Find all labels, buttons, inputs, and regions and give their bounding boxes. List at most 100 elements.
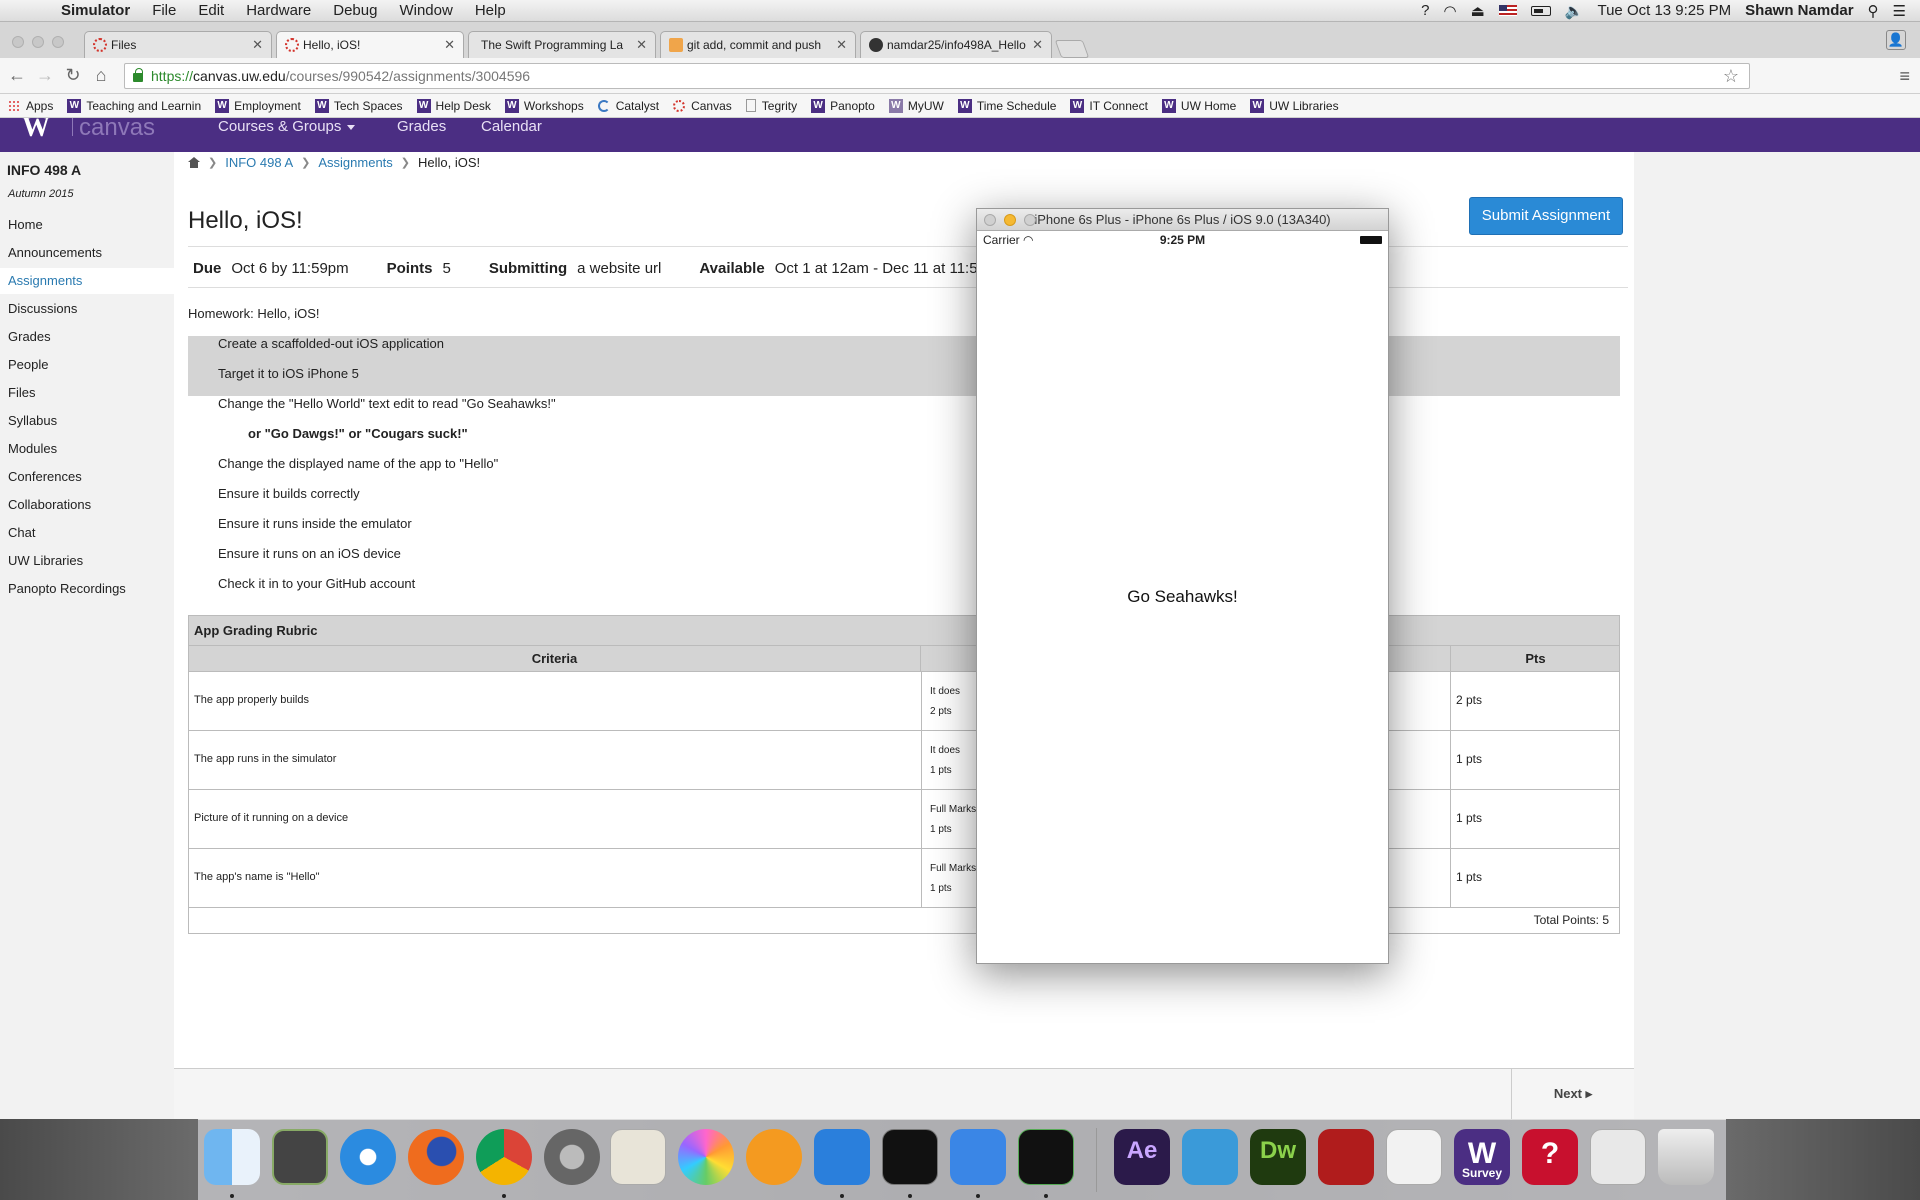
menu-help[interactable]: Help (464, 2, 517, 19)
minimize-window-button[interactable] (32, 36, 44, 48)
bookmark-canvas[interactable]: Canvas (673, 99, 732, 113)
trash-icon[interactable] (1658, 1129, 1714, 1185)
finder-icon[interactable] (204, 1129, 260, 1185)
back-arrow-icon[interactable]: ← (6, 65, 28, 86)
tab-swift-language[interactable]: The Swift Programming La ✕ (468, 31, 656, 58)
sidebar-item-chat[interactable]: Chat (0, 520, 174, 546)
downloads-icon[interactable] (1590, 1129, 1646, 1185)
profile-icon[interactable]: 👤 (1886, 30, 1906, 50)
input-source-flag-icon[interactable] (1498, 5, 1517, 16)
dreamweaver-icon[interactable]: Dw (1250, 1129, 1306, 1185)
xcode-icon[interactable] (814, 1129, 870, 1185)
close-tab-icon[interactable]: ✕ (444, 37, 455, 53)
acrobat-reader-icon[interactable] (1386, 1129, 1442, 1185)
terminal-icon[interactable] (882, 1129, 938, 1185)
sidebar-item-collaborations[interactable]: Collaborations (0, 492, 174, 518)
bookmark-teaching[interactable]: W Teaching and Learnin (67, 98, 201, 113)
volume-icon[interactable]: 🔈 (1565, 2, 1584, 20)
close-tab-icon[interactable]: ✕ (1032, 37, 1043, 53)
bookmark-tegrity[interactable]: Tegrity (745, 99, 797, 113)
after-effects-icon[interactable]: Ae (1114, 1129, 1170, 1185)
zoom-window-button[interactable] (1024, 214, 1036, 226)
maps-icon[interactable] (610, 1129, 666, 1185)
chrome-icon[interactable] (476, 1129, 532, 1185)
eject-icon[interactable]: ⏏ (1471, 2, 1485, 20)
uw-logo[interactable]: W (22, 118, 50, 144)
sidebar-item-announcements[interactable]: Announcements (0, 240, 174, 266)
menu-hardware[interactable]: Hardware (235, 2, 322, 19)
simulator-icon[interactable] (950, 1129, 1006, 1185)
minimize-window-button[interactable] (1004, 214, 1016, 226)
zoom-window-button[interactable] (52, 36, 64, 48)
close-tab-icon[interactable]: ✕ (636, 37, 647, 53)
sidebar-item-uw-libraries[interactable]: UW Libraries (0, 548, 174, 574)
app-menu-simulator[interactable]: Simulator (50, 2, 141, 19)
tab-files[interactable]: Files ✕ (84, 31, 272, 58)
bookmark-tech-spaces[interactable]: W Tech Spaces (314, 98, 403, 113)
course-title[interactable]: INFO 498 A (7, 162, 81, 178)
home-icon[interactable]: ⌂ (90, 65, 112, 86)
help-icon[interactable]: ? (1421, 2, 1429, 19)
tab-git-add[interactable]: git add, commit and push ✕ (660, 31, 856, 58)
bookmark-employment[interactable]: W Employment (215, 98, 301, 113)
submit-assignment-button[interactable]: Submit Assignment (1469, 197, 1623, 235)
clock[interactable]: Tue Oct 13 9:25 PM (1597, 2, 1731, 19)
breadcrumb-course[interactable]: INFO 498 A (225, 155, 293, 170)
activity-monitor-icon[interactable] (1018, 1129, 1074, 1185)
bookmark-uw-home[interactable]: W UW Home (1161, 98, 1236, 113)
tab-hello-ios[interactable]: Hello, iOS! ✕ (276, 31, 464, 58)
survey-icon[interactable]: W Survey (1454, 1129, 1510, 1185)
ibooks-icon[interactable] (746, 1129, 802, 1185)
bookmark-help-desk[interactable]: W Help Desk (416, 98, 491, 113)
sidebar-item-discussions[interactable]: Discussions (0, 296, 174, 322)
safari-icon[interactable] (340, 1129, 396, 1185)
bookmark-star-icon[interactable]: ☆ (1723, 66, 1739, 87)
bookmark-panopto[interactable]: W Panopto (811, 98, 875, 113)
menu-edit[interactable]: Edit (187, 2, 235, 19)
sidebar-item-grades[interactable]: Grades (0, 324, 174, 350)
forward-arrow-icon[interactable]: → (34, 65, 56, 86)
bookmark-workshops[interactable]: W Workshops (504, 98, 584, 113)
sidebar-item-conferences[interactable]: Conferences (0, 464, 174, 490)
bookmark-it-connect[interactable]: W IT Connect (1070, 98, 1148, 113)
close-window-button[interactable] (984, 214, 996, 226)
acrobat-icon[interactable] (1318, 1129, 1374, 1185)
reload-icon[interactable]: ↻ (62, 65, 84, 86)
home-icon[interactable] (188, 157, 200, 168)
nav-calendar[interactable]: Calendar (481, 118, 542, 135)
system-preferences-icon[interactable] (544, 1129, 600, 1185)
bookmark-catalyst[interactable]: Catalyst (597, 99, 659, 113)
menu-window[interactable]: Window (388, 2, 463, 19)
new-tab-button[interactable] (1054, 40, 1090, 58)
photo-booth-icon[interactable] (272, 1129, 328, 1185)
sidebar-item-modules[interactable]: Modules (0, 436, 174, 462)
user-name[interactable]: Shawn Namdar (1745, 2, 1853, 19)
sidebar-item-assignments[interactable]: Assignments (0, 268, 174, 294)
preview-icon[interactable] (1182, 1129, 1238, 1185)
photos-icon[interactable] (678, 1129, 734, 1185)
next-button[interactable]: Next ▸ (1511, 1069, 1634, 1119)
battery-icon[interactable] (1530, 5, 1551, 16)
help-icon[interactable]: ? (1522, 1129, 1578, 1185)
chrome-menu-icon[interactable]: ≡ (1899, 66, 1910, 87)
sidebar-item-panopto-recordings[interactable]: Panopto Recordings (0, 576, 174, 602)
sidebar-item-syllabus[interactable]: Syllabus (0, 408, 174, 434)
wifi-icon[interactable]: ◠ (1444, 2, 1457, 20)
bookmark-myuw[interactable]: W MyUW (888, 98, 944, 113)
sidebar-item-home[interactable]: Home (0, 212, 174, 238)
tab-github-repo[interactable]: namdar25/info498A_HelloW ✕ (860, 31, 1052, 58)
firefox-icon[interactable] (408, 1129, 464, 1185)
bookmark-time-schedule[interactable]: W Time Schedule (957, 98, 1056, 113)
sidebar-item-files[interactable]: Files (0, 380, 174, 406)
nav-grades[interactable]: Grades (397, 118, 446, 135)
bookmark-apps[interactable]: Apps (8, 99, 53, 113)
close-tab-icon[interactable]: ✕ (252, 37, 263, 53)
spotlight-search-icon[interactable]: ⚲ (1868, 2, 1879, 20)
bookmark-uw-libraries[interactable]: W UW Libraries (1250, 98, 1339, 113)
simulator-title-bar[interactable]: iPhone 6s Plus - iPhone 6s Plus / iOS 9.… (977, 209, 1388, 231)
menu-debug[interactable]: Debug (322, 2, 388, 19)
menu-file[interactable]: File (141, 2, 187, 19)
sidebar-item-people[interactable]: People (0, 352, 174, 378)
close-tab-icon[interactable]: ✕ (836, 37, 847, 53)
close-window-button[interactable] (12, 36, 24, 48)
